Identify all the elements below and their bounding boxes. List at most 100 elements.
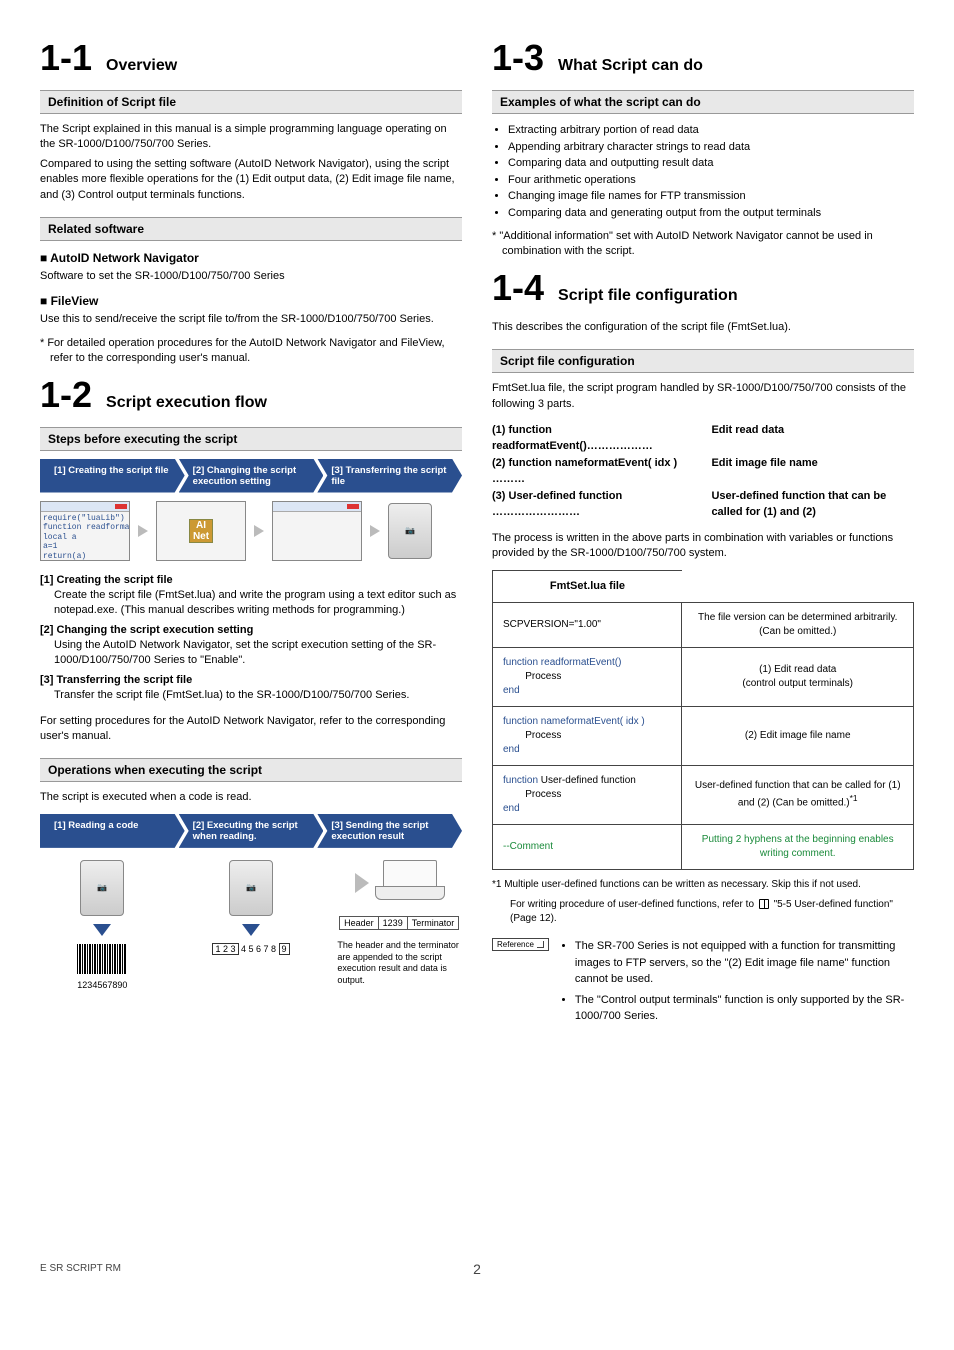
op-device: 📷: [80, 860, 124, 916]
sw-fileview: FileView: [40, 294, 462, 308]
step3-desc: Transfer the script file (FmtSet.lua) to…: [40, 688, 462, 703]
ex-item: Appending arbitrary character strings to…: [508, 139, 914, 156]
ex-item: Changing image file names for FTP transm…: [508, 188, 914, 205]
op-1-chevron: [1] Reading a code: [40, 814, 185, 848]
ops-thumbnails: 📷 1234567890 📷 1 2 3 4 5 6 7 8 9 Header …: [40, 860, 462, 990]
op-device-2: 📷: [229, 860, 273, 916]
thumb-editor-code: require("luaLib") function readformatEve…: [43, 514, 127, 561]
reference-block: Reference The SR-700 Series is not equip…: [492, 938, 914, 1029]
cfg-r1-l: SCPVERSION="1.00": [493, 603, 682, 648]
section-related-software: Related software: [40, 217, 462, 241]
fn1-r: Edit read data: [711, 422, 914, 455]
cfg-th: FmtSet.lua file: [493, 570, 682, 602]
def-p2: Compared to using the setting software (…: [40, 157, 462, 203]
heading-1-4: 1-4 Script file configuration: [492, 270, 914, 306]
fn1-l: (1) function readformatEvent()………………: [492, 422, 711, 455]
sw-fileview-desc: Use this to send/receive the script file…: [40, 312, 462, 327]
barcode-value: 1234567890: [77, 980, 127, 990]
book-icon: [759, 899, 769, 909]
sw-autoid-desc: Software to set the SR-1000/D100/750/700…: [40, 269, 462, 284]
heading-1-1-num: 1-1: [40, 40, 92, 76]
step-2-chevron: [2] Changing the script execution settin…: [179, 459, 324, 493]
footnote-1: *1 Multiple user-defined functions can b…: [492, 878, 914, 892]
thumb-editor: require("luaLib") function readformatEve…: [40, 501, 130, 561]
note-additional-info: * "Additional information" set with Auto…: [492, 229, 914, 260]
sw-autoid-navigator: AutoID Network Navigator: [40, 251, 462, 265]
laptop-icon: [375, 860, 445, 906]
ex-item: Four arithmetic operations: [508, 172, 914, 189]
heading-1-2: 1-2 Script execution flow: [40, 377, 462, 413]
ops-banner: [1] Reading a code [2] Executing the scr…: [40, 814, 462, 848]
arrow-down-icon: [242, 924, 260, 936]
section-operations: Operations when executing the script: [40, 758, 462, 782]
heading-1-4-num: 1-4: [492, 270, 544, 306]
step1-desc: Create the script file (FmtSet.lua) and …: [40, 588, 462, 619]
section-config: Script file configuration: [492, 349, 914, 373]
fn2-r: Edit image file name: [711, 455, 914, 488]
heading-1-3: 1-3 What Script can do: [492, 40, 914, 76]
operations-p: The script is executed when a code is re…: [40, 790, 462, 805]
arrow-icon: [138, 525, 148, 537]
page-footer: E SR SCRIPT RM 2 E SR SCRIPT RM: [40, 1261, 914, 1277]
step2-title: [2] Changing the script execution settin…: [40, 623, 462, 638]
heading-1-1-title: Overview: [106, 57, 177, 75]
steps-banner: [1] Creating the script file [2] Changin…: [40, 459, 462, 493]
step2-desc: Using the AutoID Network Navigator, set …: [40, 638, 462, 669]
fn3-r: User-defined function that can be called…: [711, 488, 914, 521]
hb-header: Header: [339, 916, 379, 930]
heading-1-2-title: Script execution flow: [106, 394, 267, 412]
op-caption: The header and the terminator are append…: [337, 940, 462, 987]
cfg-p2: FmtSet.lua file, the script program hand…: [492, 381, 914, 412]
op-3-chevron: [3] Sending the script execution result: [317, 814, 462, 848]
arrow-icon: [254, 525, 264, 537]
ex-item: Comparing data and outputting result dat…: [508, 155, 914, 172]
heading-1-1: 1-1 Overview: [40, 40, 462, 76]
fn3-l: (3) User-defined function ……………………: [492, 488, 711, 521]
footer-left: E SR SCRIPT RM: [40, 1263, 121, 1274]
hb-data: 1239: [378, 916, 408, 930]
cfg-r2-r: (1) Edit read data (control output termi…: [682, 648, 914, 707]
cfg-r2-l: function readformatEvent() Process end: [493, 648, 682, 707]
section-steps-before: Steps before executing the script: [40, 427, 462, 451]
note-manual-ref: * For detailed operation procedures for …: [40, 336, 462, 367]
section-examples: Examples of what the script can do: [492, 90, 914, 114]
step1-title: [1] Creating the script file: [40, 573, 462, 588]
fn2-l: (2) function nameformatEvent( idx ) ………: [492, 455, 711, 488]
cfg-r5-l: --Comment: [493, 825, 682, 870]
cfg-p3: The process is written in the above part…: [492, 531, 914, 562]
cfg-r3-l: function nameformatEvent( idx ) Process …: [493, 707, 682, 766]
arrow-down-icon: [93, 924, 111, 936]
steps-thumbnails: require("luaLib") function readformatEve…: [40, 501, 462, 561]
ex-item: Comparing data and generating output fro…: [508, 205, 914, 222]
barcode-graphic: [77, 944, 127, 974]
ref-item-1: The SR-700 Series is not equipped with a…: [575, 938, 914, 988]
op-2-chevron: [2] Executing the script when reading.: [179, 814, 324, 848]
cfg-r5-r: Putting 2 hyphens at the beginning enabl…: [682, 825, 914, 870]
header-terminator-box: Header 1239 Terminator: [340, 916, 459, 930]
footnote-2: For writing procedure of user-defined fu…: [492, 898, 914, 926]
config-table: FmtSet.lua file SCPVERSION="1.00" The fi…: [492, 570, 914, 870]
steps-list: [1] Creating the script file Create the …: [40, 573, 462, 704]
def-p1: The Script explained in this manual is a…: [40, 122, 462, 153]
cfg-r4-l: function User-defined function Process e…: [493, 766, 682, 825]
arrow-icon: [355, 873, 369, 893]
heading-1-3-title: What Script can do: [558, 57, 703, 75]
hb-terminator: Terminator: [407, 916, 460, 930]
steps-end-note: For setting procedures for the AutoID Ne…: [40, 714, 462, 745]
cfg-r1-r: The file version can be determined arbit…: [682, 603, 914, 648]
heading-1-2-num: 1-2: [40, 377, 92, 413]
cfg-r3-r: (2) Edit image file name: [682, 707, 914, 766]
thumb-navigator-app: AINet: [156, 501, 246, 561]
ref-item-2: The "Control output terminals" function …: [575, 992, 914, 1025]
thumb-device: 📷: [388, 503, 432, 559]
boxed-chars: 1 2 3 4 5 6 7 8 9: [212, 944, 289, 954]
step-3-chevron: [3] Transferring the script file: [317, 459, 462, 493]
heading-1-4-title: Script file configuration: [558, 287, 738, 305]
heading-1-3-num: 1-3: [492, 40, 544, 76]
footer-page-number: 2: [121, 1261, 833, 1277]
section-definition: Definition of Script file: [40, 90, 462, 114]
step3-title: [3] Transferring the script file: [40, 673, 462, 688]
step-1-chevron: [1] Creating the script file: [40, 459, 185, 493]
cfg-r4-r: User-defined function that can be called…: [682, 766, 914, 825]
arrow-icon: [370, 525, 380, 537]
